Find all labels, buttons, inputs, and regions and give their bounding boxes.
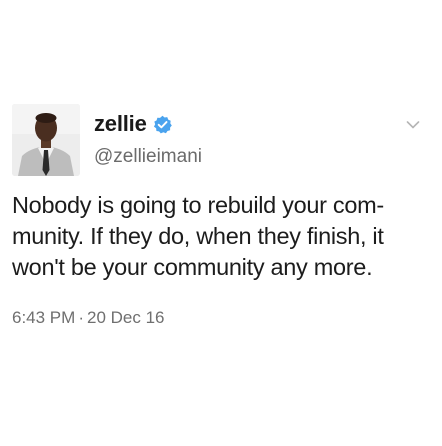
tweet-date: 20 Dec 16 [86,308,165,327]
meta-separator: · [78,308,84,327]
tweet-text-line: munity. If they do, when they finish, it [12,223,384,249]
display-name[interactable]: zellie [94,111,147,137]
user-info: zellie @zellieimani [94,111,202,168]
tweet-text-line: won't be your community any more. [12,254,373,280]
tweet-timestamp[interactable]: 6:43 PM · 20 Dec 16 [12,307,164,329]
verified-badge-icon [153,115,172,134]
tweet-text-line: Nobody is going to rebuild your com- [12,192,384,218]
tweet-time: 6:43 PM [12,308,76,327]
tweet-text: Nobody is going to rebuild your com- mun… [12,190,430,283]
avatar[interactable] [12,104,80,176]
tweet-card: zellie @zellieimani Nobody is going to r… [0,0,442,446]
name-row: zellie [94,111,202,137]
avatar-photo [12,104,80,176]
user-handle[interactable]: @zellieimani [94,146,202,168]
chevron-down-icon[interactable] [406,120,420,130]
